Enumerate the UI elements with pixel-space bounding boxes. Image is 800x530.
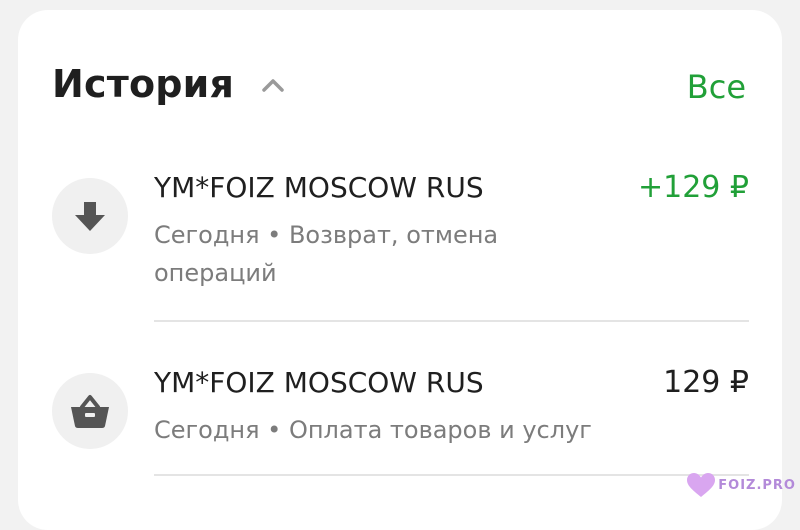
transaction-body: YM*FOIZ MOSCOW RUS Сегодня • Оплата това…	[154, 363, 624, 449]
watermark: FOIZ.PRO	[686, 472, 796, 498]
heart-logo-icon	[686, 472, 716, 498]
history-header[interactable]: История	[52, 62, 286, 106]
transaction-subtitle: Сегодня • Оплата товаров и услуг	[154, 411, 624, 449]
arrow-down-icon	[72, 198, 108, 234]
merchant-name: YM*FOIZ MOSCOW RUS	[154, 363, 624, 403]
divider	[154, 474, 749, 476]
merchant-name: YM*FOIZ MOSCOW RUS	[154, 168, 624, 208]
history-card: История Все YM*FOIZ MOSCOW RUS Сегодня •…	[18, 10, 782, 530]
transaction-amount: +129 ₽	[638, 168, 749, 208]
transaction-amount: 129 ₽	[663, 363, 749, 403]
all-link[interactable]: Все	[687, 68, 746, 106]
watermark-text: FOIZ.PRO	[718, 478, 796, 493]
divider	[154, 320, 749, 322]
transaction-icon-circle	[52, 373, 128, 449]
basket-icon	[68, 391, 112, 431]
chevron-up-icon[interactable]	[260, 73, 286, 99]
transaction-subtitle: Сегодня • Возврат, отмена операций	[154, 216, 624, 292]
transaction-body: YM*FOIZ MOSCOW RUS Сегодня • Возврат, от…	[154, 168, 624, 292]
section-title: История	[52, 62, 234, 106]
transaction-icon-circle	[52, 178, 128, 254]
